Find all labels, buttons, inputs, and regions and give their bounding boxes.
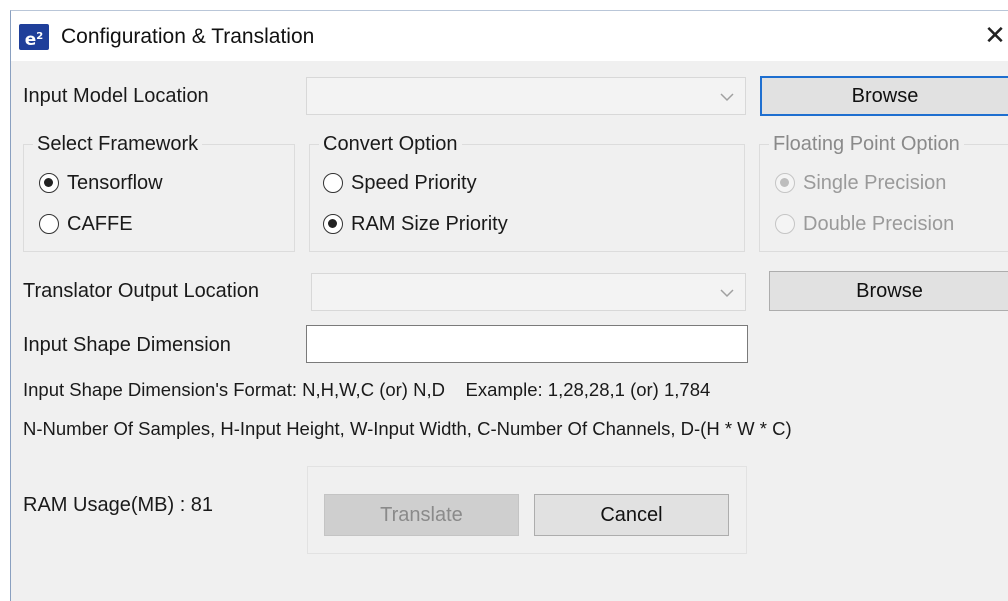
radio-caffe-label: CAFFE <box>67 213 133 235</box>
app-icon-superscript: 2 <box>36 31 44 42</box>
chevron-down-icon <box>720 289 734 298</box>
shape-format-hint: Input Shape Dimension's Format: N,H,W,C … <box>23 379 711 400</box>
translator-output-location-combo[interactable] <box>311 273 746 311</box>
ram-usage-text: RAM Usage(MB) : 81 <box>23 494 214 516</box>
select-framework-title: Select Framework <box>33 132 203 156</box>
input-shape-dimension-field[interactable] <box>306 325 748 363</box>
app-icon-letter: e <box>24 30 37 50</box>
radio-tensorflow[interactable]: Tensorflow <box>39 171 279 197</box>
radio-speed-priority-label: Speed Priority <box>351 172 477 194</box>
input-model-location-label: Input Model Location <box>23 85 209 107</box>
radio-caffe[interactable]: CAFFE <box>39 212 279 238</box>
radio-dot-tensorflow <box>39 173 59 193</box>
cancel-button[interactable]: Cancel <box>534 494 729 536</box>
radio-tensorflow-label: Tensorflow <box>67 172 163 194</box>
radio-dot-double-precision <box>775 214 795 234</box>
floating-point-option-title: Floating Point Option <box>769 132 964 156</box>
input-shape-dimension-label: Input Shape Dimension <box>23 334 231 356</box>
radio-dot-speed-priority <box>323 173 343 193</box>
radio-speed-priority[interactable]: Speed Priority <box>323 171 623 197</box>
close-icon[interactable]: ✕ <box>981 21 1008 51</box>
chevron-down-icon <box>720 93 734 102</box>
app-icon: e2 <box>19 24 49 50</box>
radio-double-precision[interactable]: Double Precision <box>775 212 1005 238</box>
radio-double-precision-label: Double Precision <box>803 213 955 235</box>
radio-ram-size-priority[interactable]: RAM Size Priority <box>323 212 623 238</box>
radio-dot-ram-size-priority <box>323 214 343 234</box>
radio-single-precision-label: Single Precision <box>803 172 947 194</box>
translator-output-location-label: Translator Output Location <box>23 280 260 302</box>
radio-ram-size-priority-label: RAM Size Priority <box>351 213 508 235</box>
input-model-browse-button[interactable]: Browse <box>760 76 1008 116</box>
configuration-dialog: e2 Configuration & Translation ✕ Input M… <box>10 10 1008 601</box>
shape-legend-hint: N-Number Of Samples, H-Input Height, W-I… <box>23 418 792 439</box>
radio-dot-caffe <box>39 214 59 234</box>
window-title: Configuration & Translation <box>61 25 315 48</box>
title-bar[interactable]: e2 Configuration & Translation ✕ <box>11 11 1008 61</box>
translator-output-browse-button[interactable]: Browse <box>769 271 1008 311</box>
translate-button[interactable]: Translate <box>324 494 519 536</box>
radio-dot-single-precision <box>775 173 795 193</box>
input-model-location-combo[interactable] <box>306 77 746 115</box>
radio-single-precision[interactable]: Single Precision <box>775 171 1005 197</box>
convert-option-title: Convert Option <box>319 132 462 156</box>
